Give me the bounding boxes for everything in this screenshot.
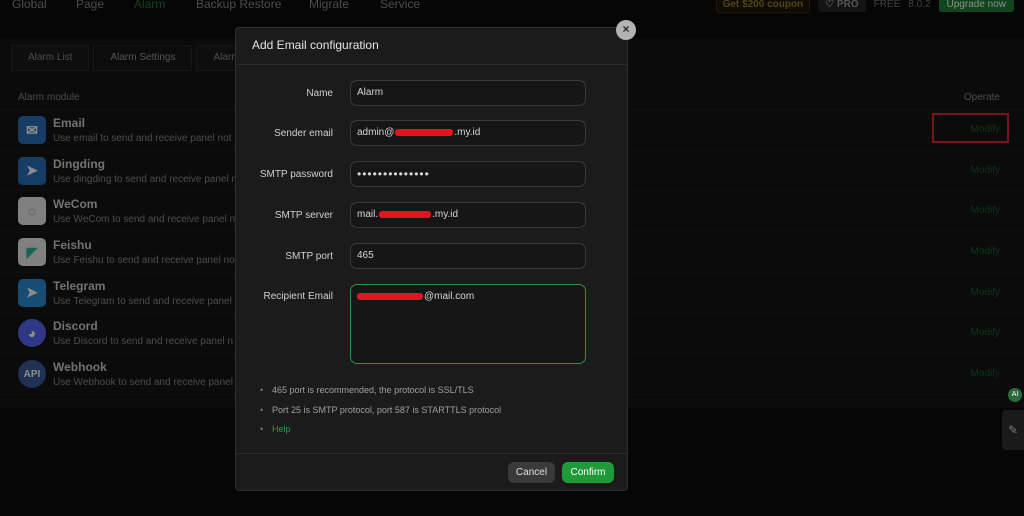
sender-email-input[interactable]: admin@ .my.id [350,120,586,146]
sender-email-suffix: .my.id [454,127,481,138]
hint-item: Port 25 is SMTP protocol, port 587 is ST… [260,404,501,424]
dialog-title: Add Email configuration [252,38,379,52]
edit-note-icon[interactable]: ✎ [1002,410,1024,450]
name-label: Name [306,88,333,99]
smtp-port-label: SMTP port [285,251,333,262]
smtp-server-label: SMTP server [274,210,333,221]
sender-email-prefix: admin@ [357,127,395,138]
email-config-dialog: × Add Email configuration Name Alarm Sen… [235,20,636,491]
name-input[interactable]: Alarm [350,80,586,106]
smtp-password-input[interactable]: •••••••••••••• [350,161,586,187]
close-icon[interactable]: × [616,20,636,40]
hint-item: 465 port is recommended, the protocol is… [260,384,501,404]
recipient-email-suffix: @mail.com [424,291,475,302]
page: Global Page Alarm Backup Restore Migrate… [0,0,1024,516]
redaction-mark [379,210,432,218]
smtp-server-suffix: .my.id [432,209,459,220]
hint-list: 465 port is recommended, the protocol is… [260,384,501,443]
redaction-mark [357,292,423,300]
recipient-email-textarea[interactable]: @mail.com [350,284,586,364]
footer-divider [236,453,627,454]
sender-email-label: Sender email [274,128,333,139]
cancel-button[interactable]: Cancel [508,462,555,483]
redaction-mark [395,128,454,136]
smtp-port-input[interactable]: 465 [350,243,586,269]
recipient-email-label: Recipient Email [263,291,333,302]
help-link[interactable]: Help [260,423,501,443]
smtp-password-label: SMTP password [259,169,333,180]
header-divider [236,64,627,65]
confirm-button[interactable]: Confirm [562,462,614,483]
smtp-server-input[interactable]: mail. .my.id [350,202,586,228]
ai-badge[interactable]: AI [1008,388,1022,402]
smtp-server-prefix: mail. [357,209,379,220]
